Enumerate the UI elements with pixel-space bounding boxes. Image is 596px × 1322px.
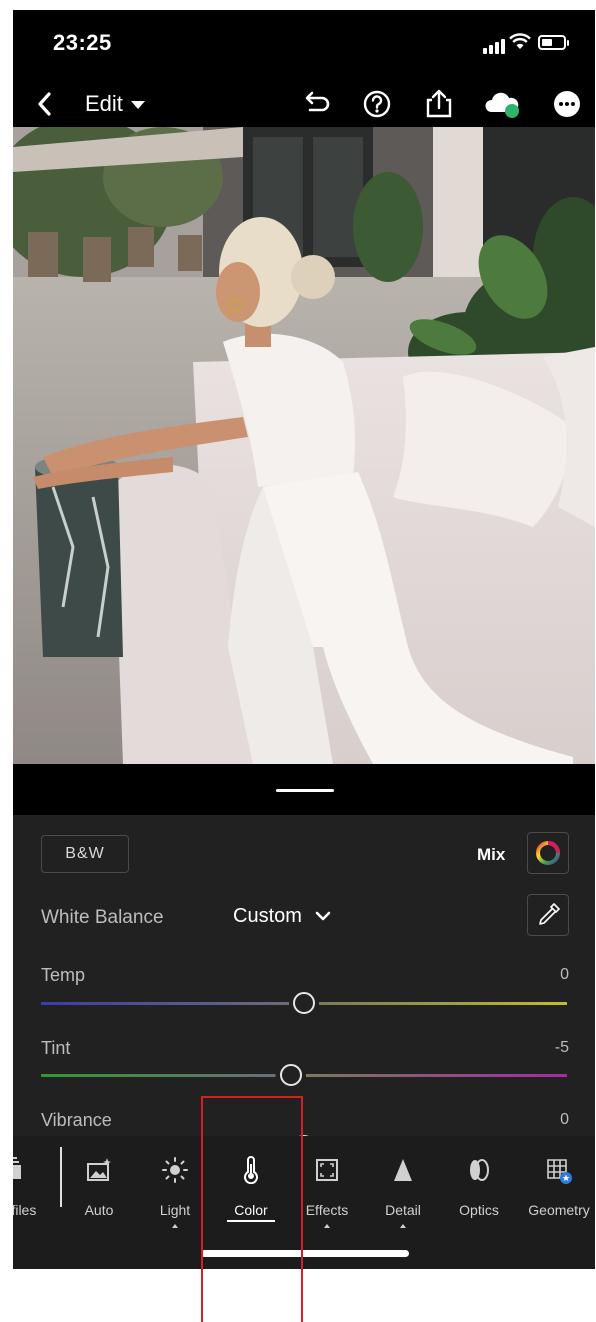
undo-icon[interactable] xyxy=(298,88,330,120)
toolbar-divider xyxy=(60,1147,62,1207)
tint-slider-track[interactable] xyxy=(41,1074,567,1077)
mix-label: Mix xyxy=(477,845,506,864)
tool-profiles-label: Profiles xyxy=(13,1202,37,1218)
white-balance-label: White Balance xyxy=(41,907,164,928)
edit-mode-label: Edit xyxy=(85,91,123,116)
share-icon[interactable] xyxy=(423,88,455,120)
vibrance-value: 0 xyxy=(560,1111,569,1128)
white-balance-dropdown[interactable]: Custom xyxy=(233,905,331,928)
submenu-indicator xyxy=(324,1224,330,1228)
color-mix-button[interactable] xyxy=(527,832,569,874)
tool-detail[interactable]: Detail xyxy=(365,1136,441,1246)
submenu-indicator xyxy=(400,1224,406,1228)
submenu-indicator xyxy=(172,1224,178,1228)
tint-value: -5 xyxy=(554,1039,569,1056)
white-balance-value: Custom xyxy=(233,905,302,927)
profiles-icon xyxy=(13,1157,21,1179)
tool-geometry[interactable]: Geometry xyxy=(521,1136,595,1246)
signal-icon xyxy=(483,36,507,54)
phone-screen: 23:25 Edit B&W Mix White Balance Custom … xyxy=(13,10,595,1269)
auto-icon xyxy=(87,1158,111,1181)
more-icon[interactable] xyxy=(551,88,583,120)
edited-photo[interactable] xyxy=(13,127,595,764)
cloud-sync-icon[interactable] xyxy=(483,88,523,120)
tool-optics[interactable]: Optics xyxy=(441,1136,517,1246)
status-time: 23:25 xyxy=(53,30,112,55)
detail-icon xyxy=(394,1159,412,1181)
geometry-icon xyxy=(547,1159,572,1184)
tool-profiles[interactable]: Profiles xyxy=(13,1136,51,1246)
eyedropper-button[interactable] xyxy=(527,894,569,936)
tint-label: Tint xyxy=(41,1038,71,1058)
battery-icon xyxy=(538,35,569,50)
optics-icon xyxy=(470,1159,489,1181)
wifi-icon xyxy=(509,33,531,49)
tool-auto-label: Auto xyxy=(84,1202,114,1218)
sun-icon xyxy=(162,1157,188,1183)
edit-mode-dropdown[interactable]: Edit xyxy=(85,91,145,117)
temp-value: 0 xyxy=(560,966,569,983)
temp-slider-thumb[interactable] xyxy=(293,992,315,1014)
help-icon[interactable] xyxy=(361,88,393,120)
chevron-down-icon xyxy=(316,911,331,921)
tint-slider-thumb[interactable] xyxy=(279,1064,302,1086)
temp-label: Temp xyxy=(41,965,86,985)
tool-geometry-label: Geometry xyxy=(528,1202,590,1218)
panel-drag-handle[interactable] xyxy=(276,789,334,792)
eyedropper-icon xyxy=(539,902,561,925)
color-wheel-icon xyxy=(536,841,560,865)
tool-optics-label: Optics xyxy=(459,1202,499,1218)
status-bar: 23:25 xyxy=(13,10,595,80)
vibrance-label: Vibrance xyxy=(41,1110,112,1130)
color-panel: B&W Mix White Balance Custom Temp 0 Tint… xyxy=(13,815,595,1157)
bw-button[interactable]: B&W xyxy=(41,835,129,873)
highlight-annotation xyxy=(201,1096,303,1322)
caret-down-icon xyxy=(130,101,145,110)
chevron-left-icon[interactable] xyxy=(35,91,53,117)
tool-auto[interactable]: Auto xyxy=(61,1136,137,1246)
effects-icon xyxy=(316,1159,338,1181)
nav-bar: Edit xyxy=(13,82,595,126)
tool-detail-label: Detail xyxy=(385,1202,421,1218)
